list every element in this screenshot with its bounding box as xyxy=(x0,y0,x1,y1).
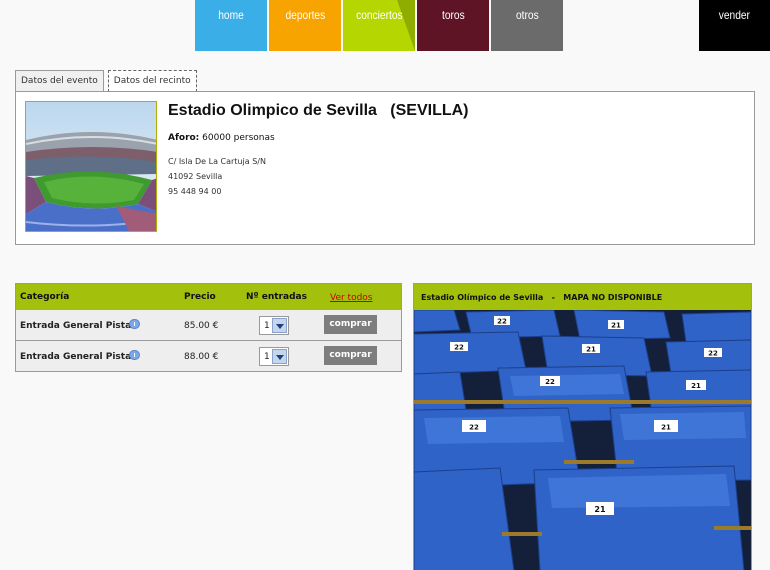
nav-conciertos-label: conciertos xyxy=(355,8,403,22)
row-price: 88.00 € xyxy=(184,352,219,362)
quantity-value: 1 xyxy=(264,352,270,362)
venue-capacity: Aforo: 60000 personas xyxy=(168,133,275,143)
seat-number: 21 xyxy=(661,424,671,432)
nav-home[interactable]: home xyxy=(195,0,267,51)
nav-conciertos[interactable]: conciertos xyxy=(343,0,415,51)
top-nav: home deportes conciertos toros otros xyxy=(195,0,563,51)
table-row: Entrada General Pista 85.00 € 1 comprar xyxy=(16,310,401,341)
row-category: Entrada General Pista xyxy=(20,352,132,362)
table-row: Entrada General Pista 88.00 € 1 comprar xyxy=(16,341,401,371)
nav-toros-label: toros xyxy=(441,8,465,22)
row-price: 85.00 € xyxy=(184,321,219,331)
nav-vender-label: vender xyxy=(718,8,751,22)
seat-number: 22 xyxy=(708,350,718,358)
seat-number: 21 xyxy=(594,505,606,514)
tickets-header-row: Categoría Precio Nº entradas Ver todos xyxy=(16,284,401,310)
venue-street: C/ Isla De La Cartuja S/N xyxy=(168,157,266,166)
header-category: Categoría xyxy=(20,292,70,302)
venue-city: 41092 Sevilla xyxy=(168,172,223,181)
seat-number: 22 xyxy=(454,344,464,352)
nav-home-label: home xyxy=(218,8,244,22)
seat-number: 21 xyxy=(611,322,621,330)
info-icon[interactable] xyxy=(129,319,140,329)
nav-deportes-label: deportes xyxy=(285,8,325,22)
nav-vender[interactable]: vender xyxy=(699,0,770,51)
see-all-link[interactable]: Ver todos xyxy=(330,293,373,303)
tab-venue-data[interactable]: Datos del recinto xyxy=(107,70,197,92)
map-panel: Estadio Olímpico de Sevilla - MAPA NO DI… xyxy=(413,283,752,570)
seats-photo: 22 21 22 21 22 22 21 22 21 21 xyxy=(414,310,751,570)
nav-toros[interactable]: toros xyxy=(417,0,489,51)
quantity-select[interactable]: 1 xyxy=(259,316,289,335)
nav-otros[interactable]: otros xyxy=(491,0,563,51)
map-title: Estadio Olímpico de Sevilla - MAPA NO DI… xyxy=(414,284,751,310)
seat-number: 21 xyxy=(586,346,596,354)
tab-event-data[interactable]: Datos del evento xyxy=(15,70,104,91)
tab-bar: Datos del evento Datos del recinto xyxy=(15,70,201,92)
quantity-value: 1 xyxy=(264,321,270,331)
header-price: Precio xyxy=(184,292,216,302)
buy-button[interactable]: comprar xyxy=(324,315,377,334)
seat-number: 22 xyxy=(497,318,507,326)
seat-number: 22 xyxy=(545,378,555,386)
venue-panel: Estadio Olimpico de Sevilla (SEVILLA) Af… xyxy=(15,91,755,245)
venue-title: Estadio Olimpico de Sevilla (SEVILLA) xyxy=(168,102,469,119)
info-icon[interactable] xyxy=(129,350,140,360)
nav-deportes[interactable]: deportes xyxy=(269,0,341,51)
chevron-down-icon[interactable] xyxy=(272,349,287,364)
stadium-photo xyxy=(25,101,157,232)
buy-button[interactable]: comprar xyxy=(324,346,377,365)
row-category: Entrada General Pista xyxy=(20,321,132,331)
quantity-select[interactable]: 1 xyxy=(259,347,289,366)
capacity-label: Aforo: xyxy=(168,133,200,143)
seat-number: 21 xyxy=(691,382,701,390)
nav-otros-label: otros xyxy=(515,8,539,22)
seat-number: 22 xyxy=(469,424,479,432)
capacity-value: 60000 personas xyxy=(202,133,275,143)
header-count: Nº entradas xyxy=(246,292,307,302)
chevron-down-icon[interactable] xyxy=(272,318,287,333)
venue-phone: 95 448 94 00 xyxy=(168,187,222,196)
tickets-table: Categoría Precio Nº entradas Ver todos E… xyxy=(15,283,402,372)
